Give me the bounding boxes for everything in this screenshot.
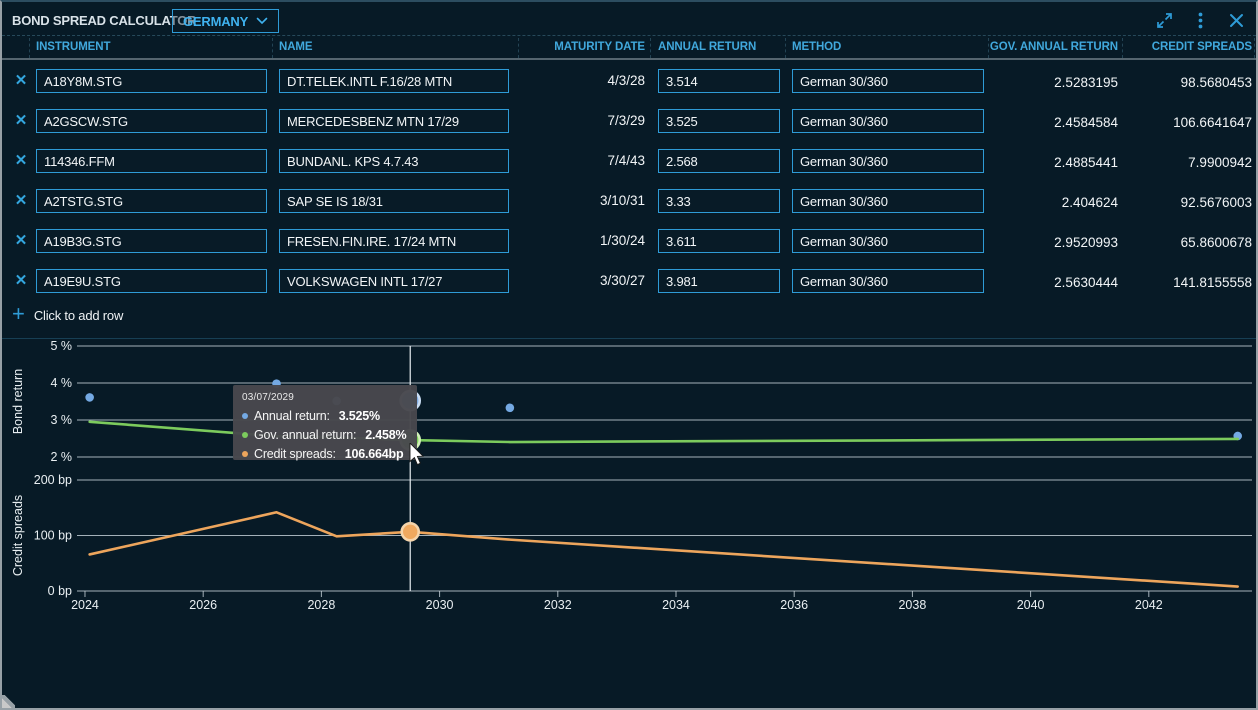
svg-text:100 bp: 100 bp [34, 529, 72, 543]
svg-text:2036: 2036 [780, 598, 808, 612]
svg-text:3 %: 3 % [50, 413, 72, 427]
svg-text:2024: 2024 [71, 598, 99, 612]
series-dot-icon [242, 451, 248, 457]
tooltip-date: 03/07/2029 [242, 392, 406, 403]
svg-text:2038: 2038 [898, 598, 926, 612]
svg-text:Credit spreads: Credit spreads [11, 495, 25, 576]
tooltip-row: Annual return:3.525% [242, 406, 406, 425]
svg-text:2030: 2030 [426, 598, 454, 612]
svg-text:2026: 2026 [189, 598, 217, 612]
svg-text:2034: 2034 [662, 598, 690, 612]
tooltip-row: Gov. annual return:2.458% [242, 425, 406, 444]
series-dot-icon [242, 432, 248, 438]
svg-text:Bond return: Bond return [11, 369, 25, 434]
bond-spread-calculator-window: BOND SPREAD CALCULATOR GERMANY [0, 0, 1258, 710]
svg-text:2040: 2040 [1017, 598, 1045, 612]
svg-text:2042: 2042 [1135, 598, 1163, 612]
chart-tooltip: 03/07/2029 Annual return:3.525%Gov. annu… [233, 385, 417, 460]
svg-text:2028: 2028 [307, 598, 335, 612]
svg-text:2032: 2032 [544, 598, 572, 612]
svg-text:5 %: 5 % [50, 339, 72, 353]
svg-text:2 %: 2 % [50, 450, 72, 464]
bond-return-and-credit-spreads-chart[interactable]: 5 % 4 % 3 % 2 % Bond return 200 bp 100 bp 0 bp C… [2, 2, 1258, 710]
svg-text:0 bp: 0 bp [48, 584, 72, 598]
series-dot-icon [242, 413, 248, 419]
resize-grip[interactable] [0, 695, 15, 710]
tooltip-row: Credit spreads:106.664bp [242, 444, 406, 463]
svg-text:200 bp: 200 bp [34, 473, 72, 487]
svg-text:4 %: 4 % [50, 376, 72, 390]
